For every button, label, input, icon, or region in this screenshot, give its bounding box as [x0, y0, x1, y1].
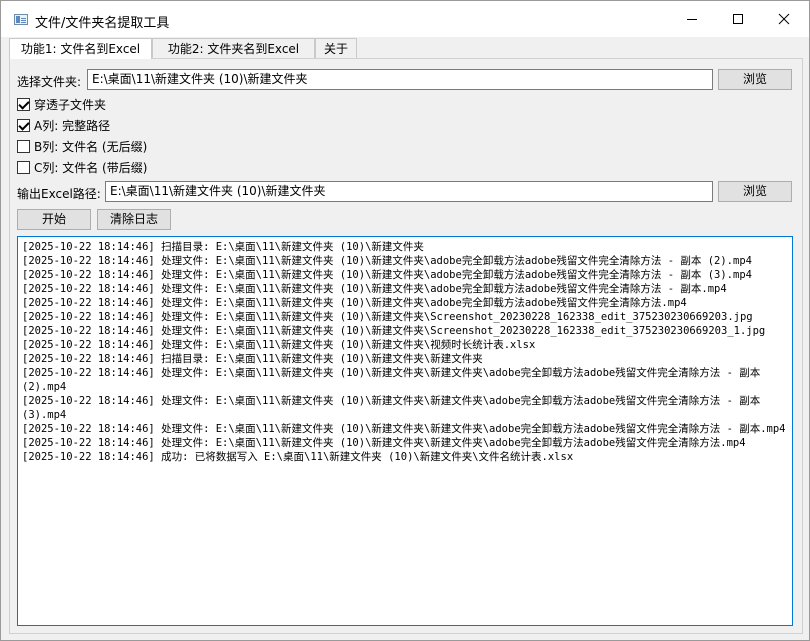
- log-line: [2025-10-22 18:14:46] 处理文件: E:\桌面\11\新建文…: [22, 283, 727, 295]
- checkbox-label: A列: 完整路径: [34, 118, 111, 133]
- checkbox-box[interactable]: [17, 139, 30, 153]
- tab-folder-names[interactable]: 功能2: 文件夹名到Excel: [152, 38, 315, 58]
- browse-folder-button[interactable]: 浏览: [718, 69, 792, 90]
- app-window-icon: [14, 14, 28, 25]
- close-icon: [778, 13, 790, 25]
- log-line: [2025-10-22 18:14:46] 处理文件: E:\桌面\11\新建文…: [22, 269, 752, 281]
- window-title: 文件/文件夹名提取工具: [35, 16, 170, 31]
- log-line: [2025-10-22 18:14:46] 处理文件: E:\桌面\11\新建文…: [22, 255, 752, 267]
- output-label: 输出Excel路径:: [17, 187, 101, 201]
- log-line: [2025-10-22 18:14:46] 处理文件: E:\桌面\11\新建文…: [22, 297, 687, 309]
- checkbox-column-a[interactable]: A列: 完整路径: [17, 117, 110, 133]
- maximize-icon: [733, 14, 743, 24]
- minimize-icon: [687, 19, 697, 20]
- log-line: [2025-10-22 18:14:46] 扫描目录: E:\桌面\11\新建文…: [22, 353, 483, 365]
- log-line: [2025-10-22 18:14:46] 成功: 已将数据写入 E:\桌面\1…: [22, 451, 574, 463]
- checkbox-box[interactable]: [17, 97, 30, 111]
- clear-log-button[interactable]: 清除日志: [97, 209, 171, 230]
- close-button[interactable]: [761, 1, 807, 37]
- checkbox-box[interactable]: [17, 118, 30, 132]
- checkbox-recurse[interactable]: 穿透子文件夹: [17, 96, 106, 112]
- log-line: [2025-10-22 18:14:46] 处理文件: E:\桌面\11\新建文…: [22, 325, 766, 337]
- folder-label: 选择文件夹:: [17, 75, 82, 89]
- log-line: [2025-10-22 18:14:46] 处理文件: E:\桌面\11\新建文…: [22, 311, 753, 323]
- tab-bar: 功能1: 文件名到Excel 功能2: 文件夹名到Excel 关于: [9, 38, 803, 59]
- output-path-input[interactable]: E:\桌面\11\新建文件夹 (10)\新建文件夹: [105, 181, 713, 202]
- minimize-button[interactable]: [669, 1, 715, 37]
- log-line: [2025-10-22 18:14:46] 处理文件: E:\桌面\11\新建文…: [22, 437, 746, 449]
- app-window: 文件/文件夹名提取工具 功能1: 文件名到Excel 功能2: 文件夹名到Exc…: [0, 0, 810, 641]
- start-button[interactable]: 开始: [17, 209, 91, 230]
- tab-file-names[interactable]: 功能1: 文件名到Excel: [9, 38, 152, 59]
- log-line: [2025-10-22 18:14:46] 处理文件: E:\桌面\11\新建文…: [22, 423, 786, 435]
- browse-output-button[interactable]: 浏览: [718, 181, 792, 202]
- maximize-button[interactable]: [715, 1, 761, 37]
- log-line: [2025-10-22 18:14:46] 处理文件: E:\桌面\11\新建文…: [22, 367, 767, 393]
- checkbox-box[interactable]: [17, 160, 30, 174]
- folder-input[interactable]: E:\桌面\11\新建文件夹 (10)\新建文件夹: [87, 69, 713, 90]
- log-line: [2025-10-22 18:14:46] 扫描目录: E:\桌面\11\新建文…: [22, 241, 424, 253]
- checkbox-column-c[interactable]: C列: 文件名 (带后缀): [17, 159, 147, 175]
- log-line: [2025-10-22 18:14:46] 处理文件: E:\桌面\11\新建文…: [22, 395, 767, 421]
- tab-about[interactable]: 关于: [315, 38, 357, 58]
- log-line: [2025-10-22 18:14:46] 处理文件: E:\桌面\11\新建文…: [22, 339, 536, 351]
- checkbox-column-b[interactable]: B列: 文件名 (无后缀): [17, 138, 147, 154]
- checkbox-label: B列: 文件名 (无后缀): [34, 139, 148, 154]
- log-output[interactable]: [2025-10-22 18:14:46] 扫描目录: E:\桌面\11\新建文…: [17, 236, 793, 626]
- checkbox-label: 穿透子文件夹: [34, 97, 107, 112]
- title-bar[interactable]: 文件/文件夹名提取工具: [1, 1, 809, 37]
- checkbox-label: C列: 文件名 (带后缀): [34, 160, 148, 175]
